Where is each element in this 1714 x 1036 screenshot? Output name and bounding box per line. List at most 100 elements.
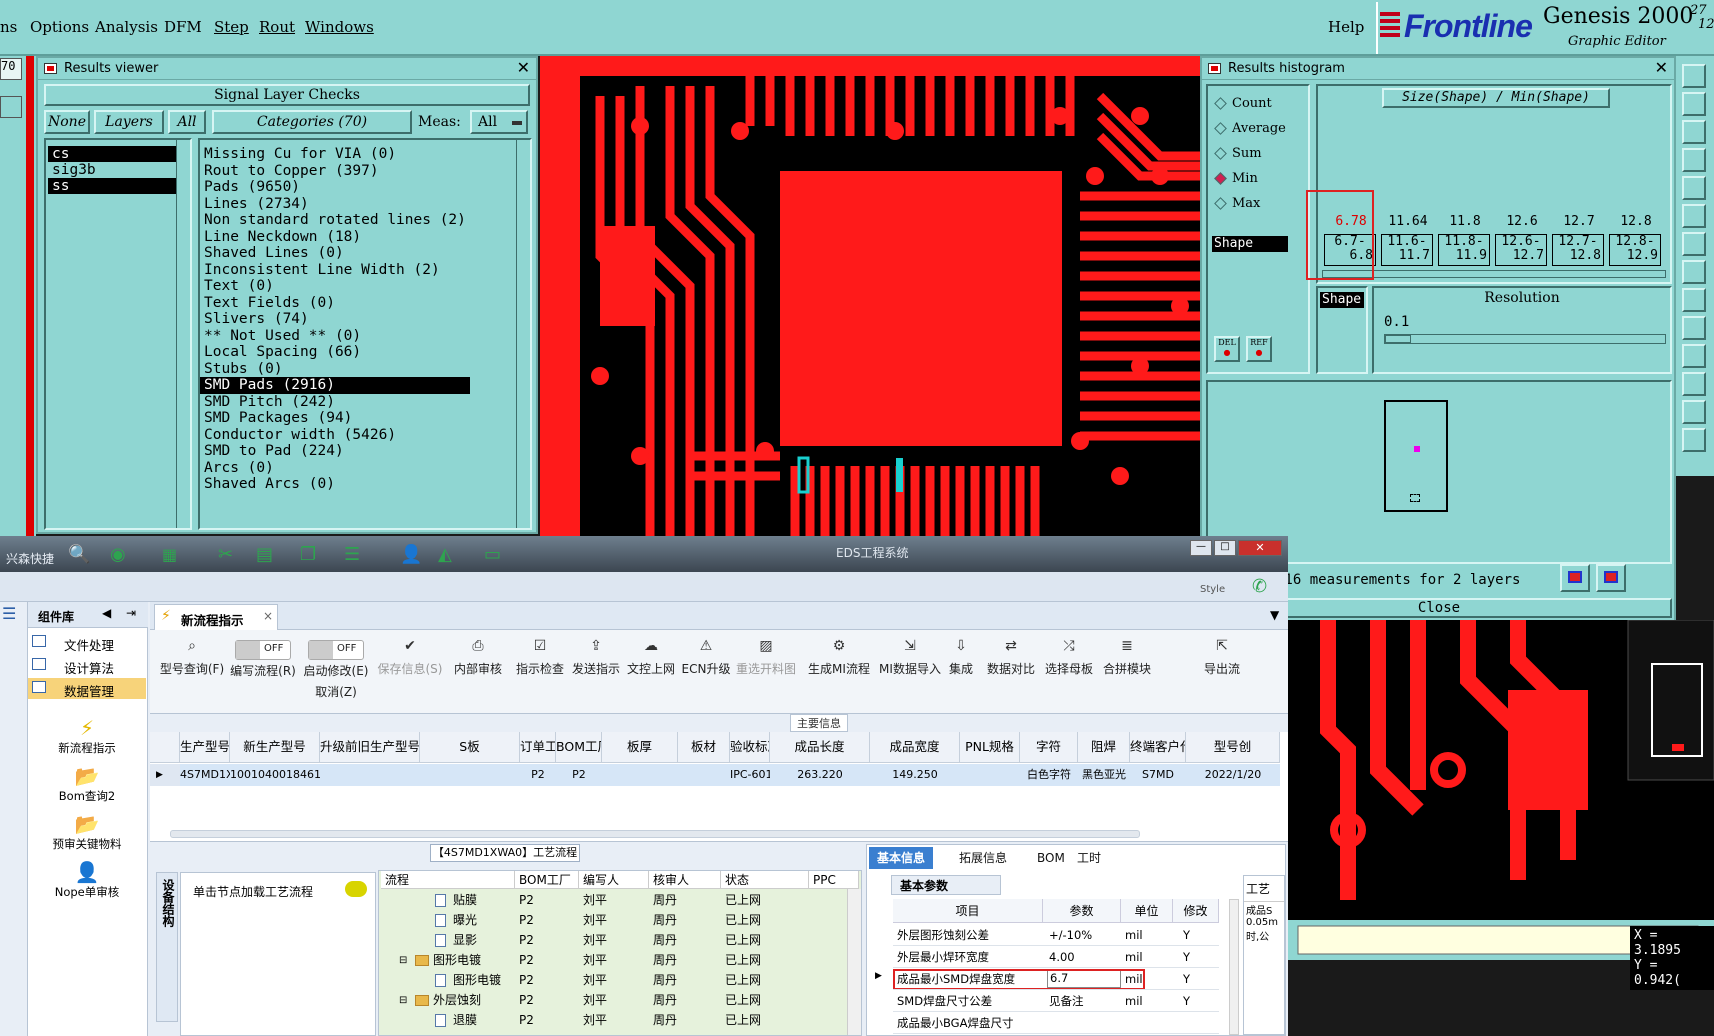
grid-cell[interactable] — [320, 764, 420, 786]
checks-list[interactable]: Missing Cu for VIA (0) Rout to Copper (39… — [198, 138, 532, 530]
globe-icon[interactable]: ◉ — [110, 544, 126, 565]
param-value[interactable]: +/-10% — [1047, 925, 1121, 945]
left-tool-item[interactable]: ⚡ 新流程指示 — [28, 716, 146, 762]
resolution-slider[interactable] — [1384, 334, 1666, 344]
grid-cell[interactable] — [960, 764, 1020, 786]
toolbar-upload-button[interactable]: ⇪ 发送指示 — [570, 634, 622, 710]
check-item[interactable]: Text Fields (0) — [200, 295, 470, 312]
tree-row[interactable]: 曝光 P2 刘平 周丹 已上网 — [379, 911, 859, 930]
process-tree[interactable]: 流程 BOM工厂 编写人 核审人 状态 PPC 贴膜 P2 刘平 周丹 已上网 曝光 P2 刘平 周丹 已上网… — [378, 870, 862, 1036]
toolbar-shuffle-button[interactable]: ⤮ 选择母板 — [1042, 634, 1096, 710]
shape-list-item[interactable]: Shape — [1212, 236, 1288, 252]
toolbar-print-button[interactable]: ⎙ 内部审核 — [446, 634, 510, 710]
grid-header[interactable]: 字符 — [1020, 732, 1078, 763]
monitor-icon[interactable]: ▭ — [484, 544, 501, 565]
pcb-graphic-view[interactable] — [540, 56, 1200, 536]
style-label[interactable]: Style — [1200, 584, 1225, 595]
grid-header[interactable]: 阻焊 — [1078, 732, 1130, 763]
check-item[interactable]: Missing Cu for VIA (0) — [200, 146, 470, 163]
check-item[interactable]: Slivers (74) — [200, 311, 470, 328]
param-row[interactable]: 外层最小焊环宽度 4.00 mil Y — [893, 947, 1219, 968]
tool-icon[interactable] — [1682, 92, 1706, 116]
tree-row[interactable]: 显影 P2 刘平 周丹 已上网 — [379, 931, 859, 950]
menu-analysis[interactable]: Analysis — [95, 18, 158, 36]
tab-dropdown-icon[interactable]: ▼ — [1270, 608, 1279, 622]
pcb-bottom-view[interactable] — [1288, 620, 1714, 960]
chart-icon[interactable]: ◭ — [438, 544, 452, 565]
check-item[interactable]: Non standard rotated lines (2) — [200, 212, 470, 229]
grid-header[interactable]: 终端客户代码 — [1130, 732, 1186, 763]
tool-icon[interactable] — [1682, 64, 1706, 88]
check-item[interactable]: Line Neckdown (18) — [200, 229, 470, 246]
check-item[interactable]: SMD Pads (2916) — [200, 377, 470, 394]
tree-row[interactable]: ⊟ 外层蚀刻 P2 刘平 周丹 已上网 — [379, 991, 859, 1010]
all-button[interactable]: All — [168, 110, 206, 134]
mode-radio-average[interactable]: Average — [1214, 119, 1286, 139]
left-menu-item[interactable]: 文件处理 — [28, 632, 146, 653]
params-scrollbar[interactable] — [1229, 899, 1239, 1035]
grid-cell[interactable]: S7MD — [1130, 764, 1186, 786]
tool-icon[interactable] — [1682, 204, 1706, 228]
grid-header[interactable]: 升级前旧生产型号 — [320, 732, 420, 763]
info-tab[interactable]: 基本信息 — [869, 847, 934, 869]
grid-cell[interactable]: P2 — [520, 764, 556, 786]
param-row[interactable]: 外层图形蚀刻公差 +/-10% mil Y — [893, 925, 1219, 946]
toolbar-download-button[interactable]: ⇩ 集成 — [942, 634, 980, 710]
check-item[interactable]: Text (0) — [200, 278, 470, 295]
zoom-icon[interactable] — [1560, 564, 1590, 592]
grid-cell[interactable]: 10010400184615 — [230, 764, 320, 786]
param-header[interactable]: 参数 — [1043, 899, 1121, 923]
grid-header[interactable]: 验收标准 — [730, 732, 770, 763]
minimize-button[interactable]: — — [1190, 540, 1212, 556]
grid-header[interactable]: PNL规格 — [960, 732, 1020, 763]
toolbar-import-button[interactable]: ⇲ MI数据导入 — [878, 634, 942, 710]
grid-cell[interactable]: IPC-6012 II级 — [730, 764, 770, 786]
check-item[interactable]: Shaved Arcs (0) — [200, 476, 470, 493]
param-header[interactable]: 单位 — [1121, 899, 1173, 923]
layer-item[interactable]: cs — [48, 146, 176, 162]
results-viewer-titlebar[interactable]: Results viewer ✕ — [38, 58, 536, 80]
check-item[interactable]: Shaved Lines (0) — [200, 245, 470, 262]
param-header[interactable]: 项目 — [893, 899, 1043, 923]
grid-row-selector[interactable]: ▶ — [150, 764, 180, 786]
grid-header[interactable]: 生产型号 — [180, 732, 230, 763]
grid-cell[interactable]: 149.250 — [870, 764, 960, 786]
tool-icon[interactable] — [1682, 232, 1706, 256]
toolbar-image-button[interactable]: ▨ 重选开料图 — [732, 634, 800, 710]
param-value[interactable]: 见备注 — [1047, 991, 1121, 1011]
grid-cell[interactable]: 2022/1/20 — [1186, 764, 1280, 786]
grid-header[interactable]: 成品宽度 — [870, 732, 960, 763]
tool-icon[interactable] — [1682, 400, 1706, 424]
mode-radio-min[interactable]: Min — [1214, 169, 1258, 189]
menu-ns[interactable]: ns — [0, 18, 17, 36]
toolbar-toggle-button[interactable]: OFF 启动修改(E) 取消(Z) — [298, 634, 374, 710]
grid-cell[interactable] — [602, 764, 678, 786]
grid-header[interactable]: S板 — [420, 732, 520, 763]
layers-scrollbar[interactable] — [176, 140, 190, 528]
left-tool-item[interactable]: 📂 Bom查询2 — [28, 764, 146, 810]
categories-button[interactable]: Categories (70) — [212, 110, 412, 134]
check-item[interactable]: Stubs (0) — [200, 361, 470, 378]
shape-tag[interactable]: Shape — [1320, 292, 1364, 308]
menu-help[interactable]: Help — [1328, 18, 1364, 36]
toolbar-flow-button[interactable]: ⚙ 生成MI流程 — [800, 634, 878, 710]
close-icon[interactable]: ✕ — [517, 57, 530, 79]
tool-icon[interactable] — [1682, 428, 1706, 452]
grid-header[interactable]: 板材 — [678, 732, 730, 763]
expand-icon[interactable]: ⊟ — [399, 951, 407, 970]
tool-icon[interactable] — [1682, 372, 1706, 396]
grid-cell[interactable]: 4S7MD1XWA0 — [180, 764, 230, 786]
mode-radio-sum[interactable]: Sum — [1214, 144, 1262, 164]
check-item[interactable]: ** Not Used ** (0) — [200, 328, 470, 345]
check-item[interactable]: Inconsistent Line Width (2) — [200, 262, 470, 279]
phone-icon[interactable]: ✆ — [1252, 576, 1267, 597]
menu-icon[interactable]: ☰ — [2, 604, 16, 623]
toolbar-cloud-upload-button[interactable]: ☁ 文控上网 — [622, 634, 680, 710]
grid-cell[interactable] — [678, 764, 730, 786]
tree-header[interactable]: PPC — [809, 871, 859, 889]
grid-header[interactable]: 新生产型号 — [230, 732, 320, 763]
grid-cell[interactable]: 263.220 — [770, 764, 870, 786]
toggle-icon[interactable]: OFF — [235, 640, 291, 660]
tree-row[interactable]: ⊟ 图形电镀 P2 刘平 周丹 已上网 — [379, 951, 859, 970]
layer-item[interactable]: ss — [48, 178, 176, 194]
